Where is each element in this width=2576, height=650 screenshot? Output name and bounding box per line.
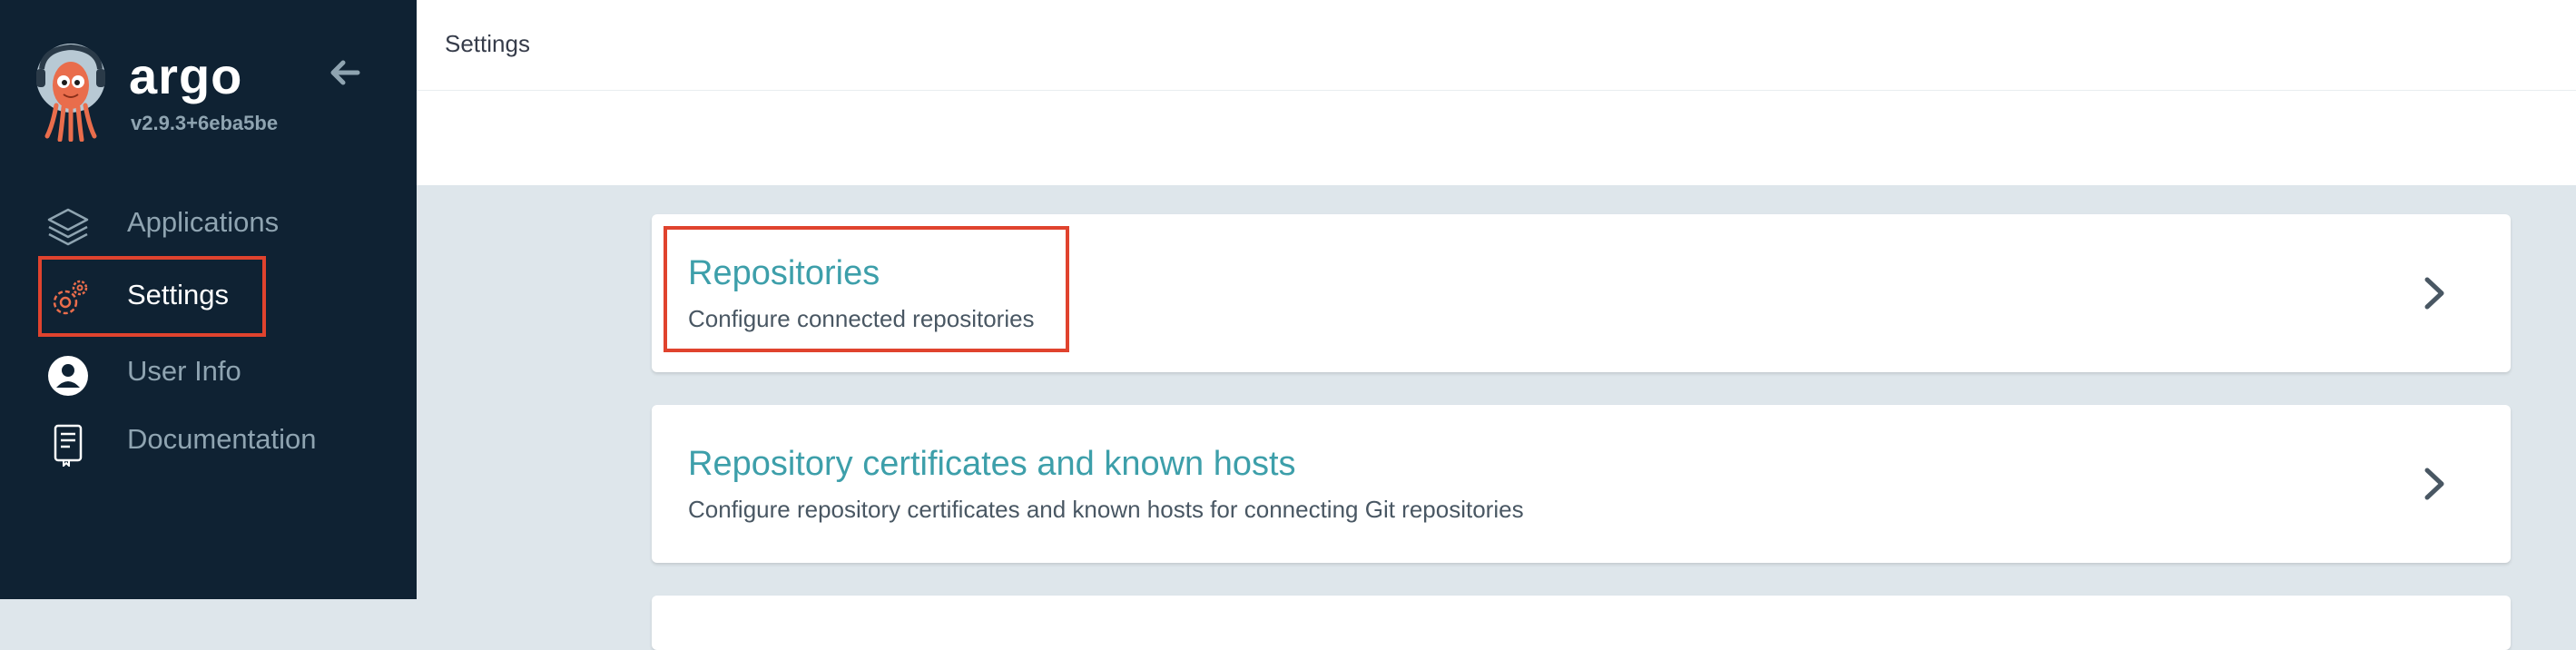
toolbar-area: [417, 91, 2576, 185]
card-description: Configure connected repositories: [688, 305, 1035, 332]
sidebar-item-label: User Info: [127, 355, 241, 387]
sidebar: argo v2.9.3+6eba5be Applications Setting…: [0, 0, 417, 599]
sidebar-item-documentation[interactable]: Documentation: [0, 408, 417, 471]
brand-name: argo: [129, 47, 243, 104]
layers-icon: [47, 208, 89, 246]
user-circle-icon: [48, 356, 88, 396]
settings-card-certificates[interactable]: Repository certificates and known hosts …: [652, 405, 2511, 563]
collapse-sidebar-arrow-icon[interactable]: [325, 53, 365, 93]
sidebar-item-label: Applications: [127, 206, 280, 238]
sidebar-item-user-info[interactable]: User Info: [0, 340, 417, 403]
sidebar-item-label: Settings: [127, 279, 230, 310]
card-title: Repository certificates and known hosts: [688, 445, 1296, 483]
card-description: Configure repository certificates and kn…: [688, 496, 1524, 523]
page-title: Settings: [445, 30, 530, 57]
chevron-right-icon: [2424, 277, 2444, 310]
sidebar-item-applications[interactable]: Applications: [0, 191, 417, 254]
version-label: v2.9.3+6eba5be: [131, 112, 279, 134]
settings-card-next[interactable]: [652, 596, 2511, 650]
top-bar: Settings: [417, 0, 2576, 91]
book-icon: [54, 424, 83, 467]
chevron-right-icon: [2424, 468, 2444, 500]
sidebar-item-label: Documentation: [127, 423, 317, 455]
argo-logo: [36, 44, 105, 142]
card-title: Repositories: [688, 254, 880, 292]
settings-card-repositories[interactable]: Repositories Configure connected reposit…: [652, 214, 2511, 372]
gear-icon: [53, 280, 88, 315]
sidebar-item-settings[interactable]: Settings: [0, 263, 417, 327]
